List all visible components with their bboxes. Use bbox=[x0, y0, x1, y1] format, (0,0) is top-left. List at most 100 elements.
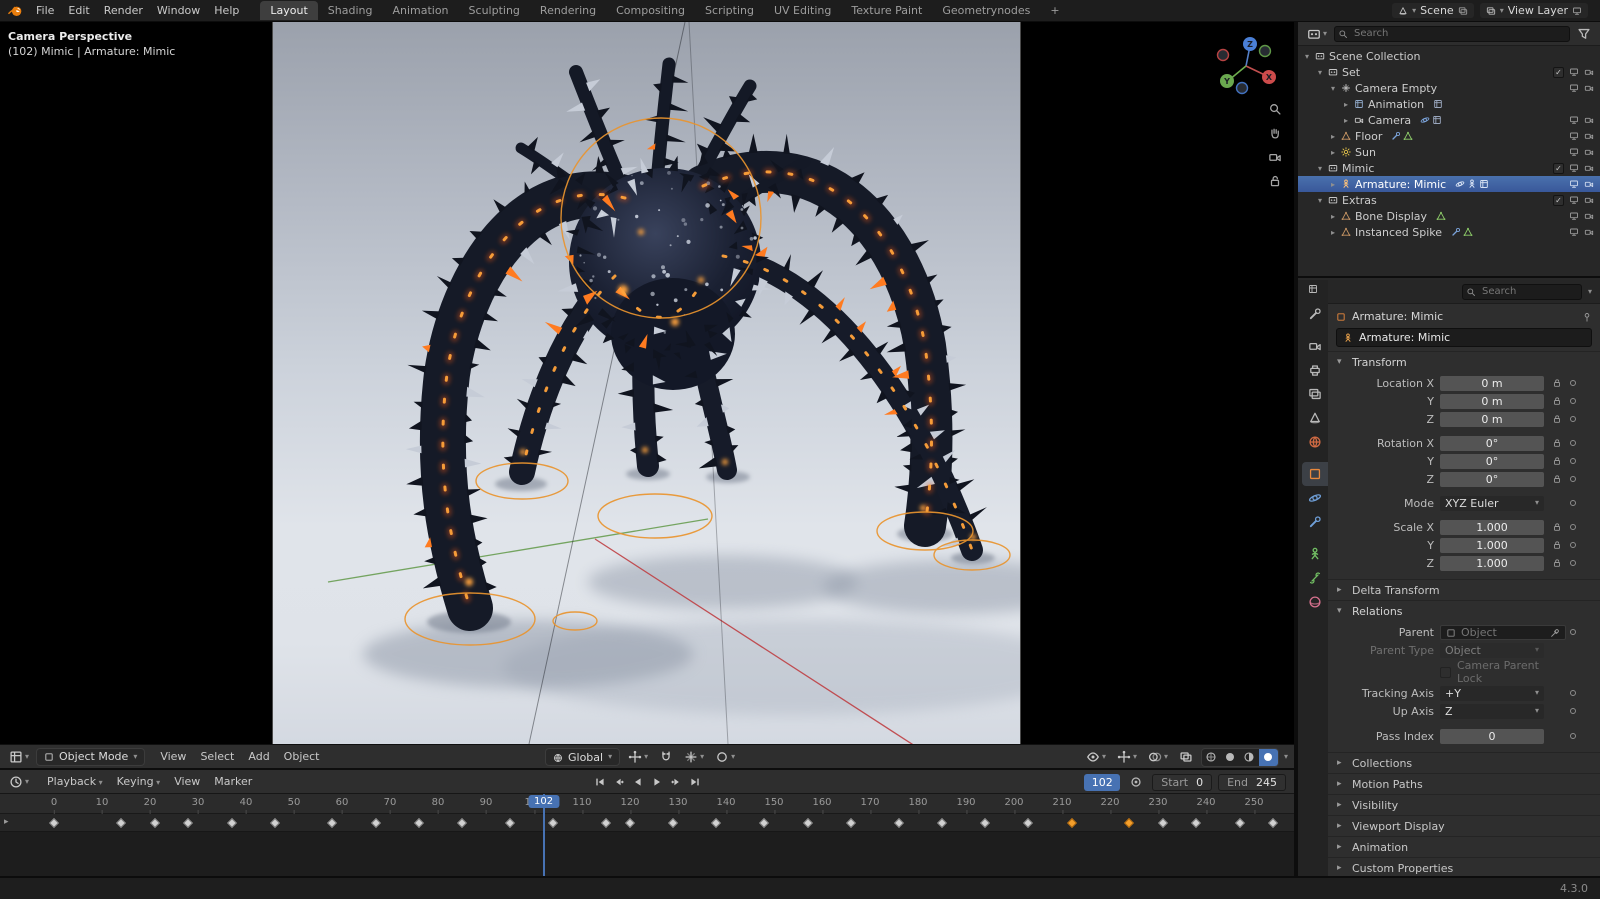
workspace-tab-geometrynodes[interactable]: Geometrynodes bbox=[932, 1, 1040, 20]
lock-button[interactable] bbox=[1548, 378, 1566, 388]
up-axis-dropdown[interactable]: Z ▾ bbox=[1440, 704, 1544, 719]
keyframe-diamond[interactable] bbox=[505, 818, 515, 828]
viewport-menu-object[interactable]: Object bbox=[277, 748, 327, 765]
menu-render[interactable]: Render bbox=[97, 2, 150, 19]
viewport-menu-add[interactable]: Add bbox=[241, 748, 276, 765]
animate-dot[interactable] bbox=[1570, 440, 1576, 446]
animate-dot[interactable] bbox=[1570, 542, 1576, 548]
lock-button[interactable] bbox=[1548, 414, 1566, 424]
hide-render-icon[interactable] bbox=[1584, 131, 1594, 141]
keyframe-diamond[interactable] bbox=[183, 818, 193, 828]
hide-viewport-icon[interactable] bbox=[1569, 131, 1579, 141]
hide-render-icon[interactable] bbox=[1584, 163, 1594, 173]
workspace-tab-layout[interactable]: Layout bbox=[260, 1, 317, 20]
menu-edit[interactable]: Edit bbox=[61, 2, 96, 19]
animate-dot[interactable] bbox=[1570, 524, 1576, 530]
hide-render-icon[interactable] bbox=[1584, 195, 1594, 205]
lock-button[interactable] bbox=[1548, 522, 1566, 532]
properties-tab-tool[interactable] bbox=[1302, 302, 1328, 326]
z-field[interactable]: 1.000 bbox=[1440, 556, 1544, 571]
filter-button[interactable] bbox=[1574, 25, 1594, 43]
xray-toggle[interactable] bbox=[1176, 748, 1196, 766]
outliner-row-instanced-spike[interactable]: ▸Instanced Spike bbox=[1298, 224, 1600, 240]
new-view-layer-icon[interactable] bbox=[1572, 4, 1582, 17]
hide-viewport-icon[interactable] bbox=[1569, 83, 1579, 93]
outliner-row-mimic[interactable]: ▾Mimic✓ bbox=[1298, 160, 1600, 176]
chevron-right-icon[interactable]: ▸ bbox=[1328, 212, 1338, 221]
chevron-right-icon[interactable]: ▸ bbox=[4, 817, 9, 827]
panel-header-collections[interactable]: ▸Collections bbox=[1328, 752, 1600, 773]
hide-viewport-icon[interactable] bbox=[1569, 227, 1579, 237]
camera-view[interactable] bbox=[273, 22, 1020, 744]
mode-field[interactable]: XYZ Euler▾ bbox=[1440, 496, 1544, 511]
menu-window[interactable]: Window bbox=[150, 2, 207, 19]
keyframe-diamond[interactable] bbox=[548, 818, 558, 828]
keyframe-diamond[interactable] bbox=[711, 818, 721, 828]
outliner-row-camera[interactable]: ▸Camera bbox=[1298, 112, 1600, 128]
lock-button[interactable] bbox=[1548, 558, 1566, 568]
workspace-tab-animation[interactable]: Animation bbox=[382, 1, 458, 20]
hide-viewport-icon[interactable] bbox=[1569, 211, 1579, 221]
keyframe-diamond[interactable] bbox=[1158, 818, 1168, 828]
keyframe-diamond[interactable] bbox=[116, 818, 126, 828]
collection-checkbox[interactable]: ✓ bbox=[1553, 195, 1564, 206]
parent-object-field[interactable]: Object bbox=[1440, 625, 1566, 640]
animate-dot[interactable] bbox=[1570, 690, 1576, 696]
pin-icon[interactable] bbox=[1582, 310, 1592, 323]
transform-panel-header[interactable]: ▾ Transform bbox=[1328, 351, 1600, 372]
hide-render-icon[interactable] bbox=[1584, 67, 1594, 77]
pan-tool-button[interactable] bbox=[1268, 126, 1282, 140]
gizmos-dropdown[interactable]: ▾ bbox=[1114, 748, 1140, 766]
rotation-x-field[interactable]: 0° bbox=[1440, 436, 1544, 451]
jump-to-end-button[interactable] bbox=[686, 774, 703, 791]
outliner-row-scene-collection[interactable]: ▾Scene Collection bbox=[1298, 48, 1600, 64]
shading-rendered-button[interactable] bbox=[1259, 749, 1278, 766]
chevron-right-icon[interactable]: ▸ bbox=[1328, 132, 1338, 141]
properties-search-input[interactable] bbox=[1462, 284, 1582, 300]
outliner-row-animation[interactable]: ▸Animation bbox=[1298, 96, 1600, 112]
keyframe-diamond[interactable] bbox=[1268, 818, 1278, 828]
keyframe-diamond[interactable] bbox=[270, 818, 280, 828]
outliner-row-floor[interactable]: ▸Floor bbox=[1298, 128, 1600, 144]
chevron-down-icon[interactable]: ▾ bbox=[1315, 164, 1325, 173]
proportional-editing-toggle[interactable]: ▾ bbox=[712, 748, 738, 766]
outliner-row-armature-mimic[interactable]: ▸Armature: Mimic bbox=[1298, 176, 1600, 192]
lock-view-button[interactable] bbox=[1268, 174, 1282, 188]
animate-dot[interactable] bbox=[1570, 629, 1576, 635]
next-keyframe-button[interactable] bbox=[667, 774, 684, 791]
lock-button[interactable] bbox=[1548, 396, 1566, 406]
animate-dot[interactable] bbox=[1570, 500, 1576, 506]
keyframe-diamond[interactable] bbox=[601, 818, 611, 828]
keyframe-diamond[interactable] bbox=[668, 818, 678, 828]
shading-solid-button[interactable] bbox=[1221, 749, 1240, 766]
viewport-menu-select[interactable]: Select bbox=[193, 748, 241, 765]
keyframe-diamond[interactable] bbox=[49, 818, 59, 828]
z-field[interactable]: 0° bbox=[1440, 472, 1544, 487]
current-frame-field[interactable]: 102 bbox=[1084, 774, 1120, 791]
camera-view-button[interactable] bbox=[1268, 150, 1282, 164]
keyframe-diamond[interactable] bbox=[457, 818, 467, 828]
animate-dot[interactable] bbox=[1570, 733, 1576, 739]
location-x-field[interactable]: 0 m bbox=[1440, 376, 1544, 391]
hide-viewport-icon[interactable] bbox=[1569, 195, 1579, 205]
pass-index-field[interactable]: 0 bbox=[1440, 729, 1544, 744]
keyframe-diamond[interactable] bbox=[980, 818, 990, 828]
chevron-right-icon[interactable]: ▸ bbox=[1328, 228, 1338, 237]
snap-target-dropdown[interactable]: ▾ bbox=[681, 748, 707, 766]
lock-button[interactable] bbox=[1548, 540, 1566, 550]
y-field[interactable]: 0 m bbox=[1440, 394, 1544, 409]
frame-start-field[interactable]: Start 0 bbox=[1152, 774, 1212, 791]
keyframe-diamond[interactable] bbox=[937, 818, 947, 828]
animate-dot[interactable] bbox=[1570, 416, 1576, 422]
properties-tab-constraints[interactable] bbox=[1302, 510, 1328, 534]
hide-viewport-icon[interactable] bbox=[1569, 67, 1579, 77]
outliner-row-set[interactable]: ▾Set✓ bbox=[1298, 64, 1600, 80]
chevron-down-icon[interactable]: ▾ bbox=[1302, 52, 1312, 61]
scale-x-field[interactable]: 1.000 bbox=[1440, 520, 1544, 535]
animate-dot[interactable] bbox=[1570, 398, 1576, 404]
y-field[interactable]: 0° bbox=[1440, 454, 1544, 469]
chevron-right-icon[interactable]: ▸ bbox=[1341, 116, 1351, 125]
workspace-tab-scripting[interactable]: Scripting bbox=[695, 1, 764, 20]
keyframe-diamond[interactable] bbox=[327, 818, 337, 828]
keyframe-diamond[interactable] bbox=[846, 818, 856, 828]
